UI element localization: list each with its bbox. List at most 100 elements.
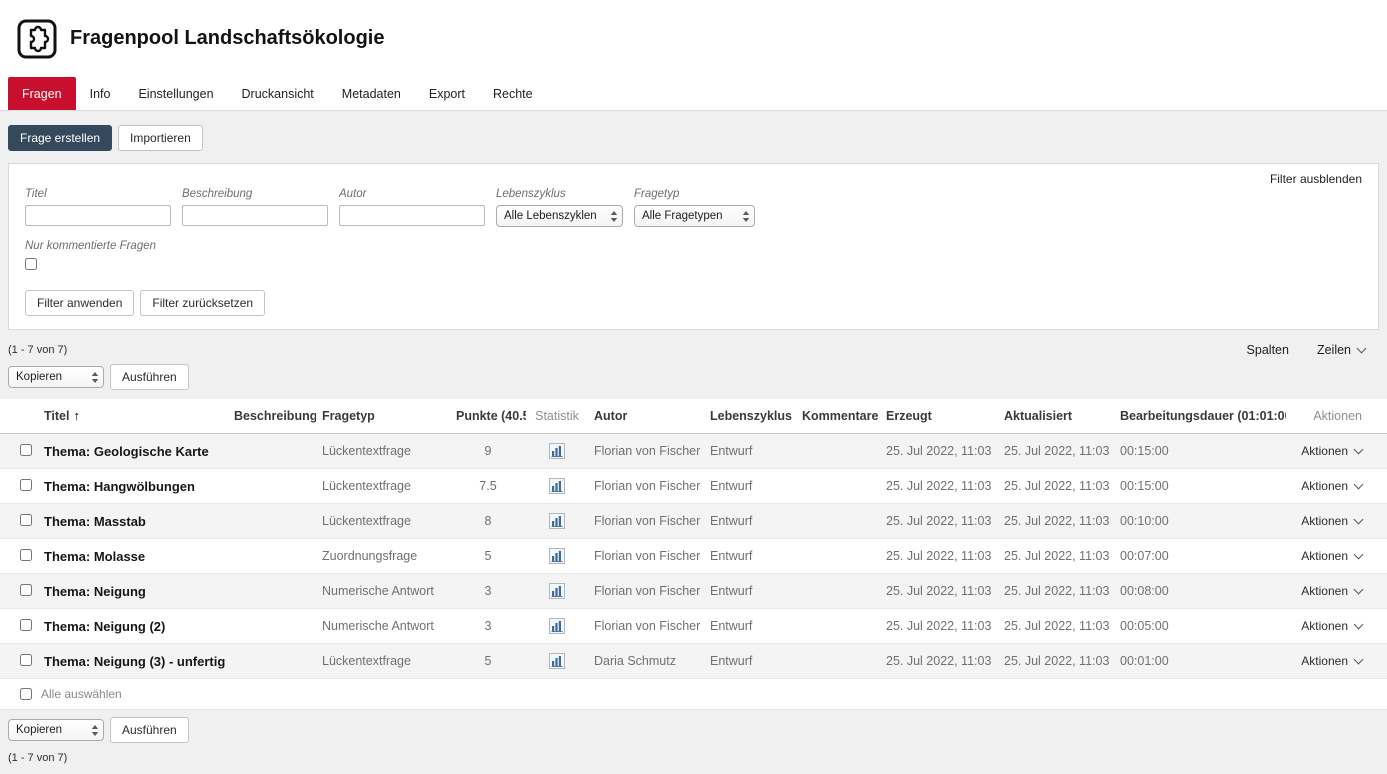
row-actions-dropdown[interactable]: Aktionen — [1301, 444, 1362, 458]
header-punkte[interactable]: Punkte (40.5) — [450, 399, 526, 434]
question-title-link[interactable]: Thema: Geologische Karte — [44, 444, 209, 459]
filter-fragetyp-select[interactable]: Alle Fragetypen — [634, 205, 755, 227]
create-question-button[interactable]: Frage erstellen — [8, 125, 112, 151]
hide-filter-link[interactable]: Filter ausblenden — [1270, 172, 1362, 186]
bulk-action-select-bottom[interactable]: Kopieren — [8, 719, 104, 741]
question-title-link[interactable]: Thema: Neigung (3) - unfertig — [44, 654, 225, 669]
row-actions-label: Aktionen — [1301, 584, 1348, 598]
question-comments — [796, 574, 880, 609]
table-header-row: Titel↑ Beschreibung Fragetyp Punkte (40.… — [0, 399, 1387, 434]
table-row: Thema: Neigung Numerische Antwort 3 Flor… — [0, 574, 1387, 609]
row-checkbox[interactable] — [20, 619, 32, 631]
header-aktualisiert[interactable]: Aktualisiert — [998, 399, 1114, 434]
filter-commented-checkbox[interactable] — [25, 258, 37, 270]
question-title-link[interactable]: Thema: Neigung (2) — [44, 619, 165, 634]
row-checkbox[interactable] — [20, 479, 32, 491]
row-checkbox[interactable] — [20, 584, 32, 596]
header-titel[interactable]: Titel↑ — [38, 399, 228, 434]
filter-titel-input[interactable] — [25, 205, 171, 226]
question-lifecycle: Entwurf — [704, 469, 796, 504]
filter-fragetyp-value: Alle Fragetypen — [642, 210, 723, 222]
columns-dropdown[interactable]: Spalten — [1247, 343, 1289, 357]
bulk-action-bar-bottom: Kopieren Ausführen — [8, 717, 1379, 743]
row-actions-dropdown[interactable]: Aktionen — [1301, 479, 1362, 493]
chevron-down-icon — [1354, 549, 1364, 559]
row-checkbox[interactable] — [20, 514, 32, 526]
statistics-icon[interactable] — [549, 478, 565, 494]
row-checkbox[interactable] — [20, 444, 32, 456]
row-actions-label: Aktionen — [1301, 549, 1348, 563]
filter-beschreibung-input[interactable] — [182, 205, 328, 226]
question-updated: 25. Jul 2022, 11:03 — [998, 574, 1114, 609]
tab-druckansicht[interactable]: Druckansicht — [228, 77, 328, 110]
bulk-action-select-top[interactable]: Kopieren — [8, 366, 104, 388]
question-updated: 25. Jul 2022, 11:03 — [998, 644, 1114, 679]
header-fragetyp[interactable]: Fragetyp — [316, 399, 450, 434]
reset-filter-button[interactable]: Filter zurücksetzen — [140, 290, 265, 316]
statistics-icon[interactable] — [549, 443, 565, 459]
header-statistik: Statistik — [526, 399, 588, 434]
question-title-link[interactable]: Thema: Molasse — [44, 549, 145, 564]
table-row: Thema: Masstab Lückentextfrage 8 Florian… — [0, 504, 1387, 539]
select-all-checkbox[interactable] — [20, 688, 32, 700]
header-autor[interactable]: Autor — [588, 399, 704, 434]
bulk-action-value: Kopieren — [16, 724, 62, 736]
row-actions-dropdown[interactable]: Aktionen — [1301, 584, 1362, 598]
execute-button-bottom[interactable]: Ausführen — [110, 717, 189, 743]
header-beschreibung[interactable]: Beschreibung — [228, 399, 316, 434]
statistics-icon[interactable] — [549, 548, 565, 564]
question-created: 25. Jul 2022, 11:03 — [880, 469, 998, 504]
question-points: 8 — [450, 504, 526, 539]
execute-button-top[interactable]: Ausführen — [110, 364, 189, 390]
question-title-link[interactable]: Thema: Hangwölbungen — [44, 479, 195, 494]
question-comments — [796, 609, 880, 644]
question-points: 5 — [450, 539, 526, 574]
question-created: 25. Jul 2022, 11:03 — [880, 434, 998, 469]
import-button[interactable]: Importieren — [118, 125, 203, 151]
statistics-icon[interactable] — [549, 583, 565, 599]
tab-export[interactable]: Export — [415, 77, 479, 110]
question-title-link[interactable]: Thema: Neigung — [44, 584, 146, 599]
table-row: Thema: Neigung (3) - unfertig Lückentext… — [0, 644, 1387, 679]
header-erzeugt[interactable]: Erzeugt — [880, 399, 998, 434]
question-description — [228, 539, 316, 574]
statistics-icon[interactable] — [549, 618, 565, 634]
tab-einstellungen[interactable]: Einstellungen — [124, 77, 227, 110]
filter-fields: Titel Beschreibung Autor Lebenszyklus Al… — [25, 188, 1362, 227]
filter-lebenszyklus-select[interactable]: Alle Lebenszyklen — [496, 205, 623, 227]
question-title-link[interactable]: Thema: Masstab — [44, 514, 146, 529]
tab-rechte[interactable]: Rechte — [479, 77, 547, 110]
question-author: Florian von Fischer — [588, 434, 704, 469]
row-actions-dropdown[interactable]: Aktionen — [1301, 619, 1362, 633]
row-actions-dropdown[interactable]: Aktionen — [1301, 514, 1362, 528]
chevron-down-icon — [1354, 584, 1364, 594]
question-points: 9 — [450, 434, 526, 469]
tab-info[interactable]: Info — [76, 77, 125, 110]
bulk-action-bar-top: Kopieren Ausführen — [8, 364, 1379, 390]
question-updated: 25. Jul 2022, 11:03 — [998, 504, 1114, 539]
question-type: Zuordnungsfrage — [316, 539, 450, 574]
row-checkbox[interactable] — [20, 549, 32, 561]
sort-ascending-icon[interactable]: ↑ — [73, 408, 80, 423]
header-kommentare[interactable]: Kommentare — [796, 399, 880, 434]
list-head: (1 - 7 von 7) Spalten Zeilen — [8, 343, 1379, 357]
statistics-icon[interactable] — [549, 513, 565, 529]
question-duration: 00:15:00 — [1114, 434, 1286, 469]
table-row: Thema: Neigung (2) Numerische Antwort 3 … — [0, 609, 1387, 644]
apply-filter-button[interactable]: Filter anwenden — [25, 290, 134, 316]
row-actions-dropdown[interactable]: Aktionen — [1301, 549, 1362, 563]
header-lebenszyklus[interactable]: Lebenszyklus — [704, 399, 796, 434]
header-bearbeitungsdauer[interactable]: Bearbeitungsdauer (01:01:00) — [1114, 399, 1286, 434]
tab-fragen[interactable]: Fragen — [8, 77, 76, 110]
columns-label: Spalten — [1247, 343, 1289, 357]
tab-metadaten[interactable]: Metadaten — [328, 77, 415, 110]
rows-dropdown[interactable]: Zeilen — [1317, 343, 1365, 357]
filter-field-titel: Titel — [25, 188, 171, 227]
rows-label: Zeilen — [1317, 343, 1351, 357]
filter-autor-input[interactable] — [339, 205, 485, 226]
row-checkbox[interactable] — [20, 654, 32, 666]
row-actions-dropdown[interactable]: Aktionen — [1301, 654, 1362, 668]
question-author: Florian von Fischer — [588, 469, 704, 504]
statistics-icon[interactable] — [549, 653, 565, 669]
select-arrows-icon — [91, 371, 99, 384]
